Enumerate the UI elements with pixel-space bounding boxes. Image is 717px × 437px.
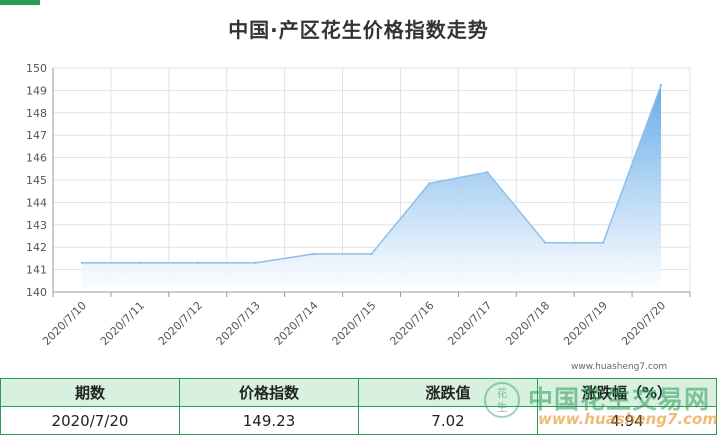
y-tick-label: 148: [26, 107, 47, 120]
data-point: [601, 241, 605, 244]
x-tick-label: 2020/7/18: [503, 299, 552, 348]
x-tick-label: 2020/7/13: [214, 299, 263, 348]
x-tick-label: 2020/7/11: [98, 299, 147, 348]
x-tick-label: 2020/7/20: [619, 299, 668, 348]
y-tick-label: 150: [26, 62, 47, 75]
y-tick-label: 144: [26, 196, 47, 209]
y-tick-label: 147: [26, 129, 47, 142]
data-point: [196, 261, 199, 265]
x-tick-label: 2020/7/15: [330, 299, 379, 348]
y-tick-label: 146: [26, 152, 47, 165]
header-price-index: 价格指数: [179, 378, 359, 407]
watermark-url: www.huasheng7.com: [571, 362, 668, 372]
data-point: [138, 261, 142, 265]
brand-url-en: www.huasheng7.com: [538, 410, 717, 428]
y-tick-label: 145: [26, 174, 47, 187]
y-tick-label: 141: [26, 264, 47, 277]
data-point: [254, 261, 257, 265]
y-tick-label: 142: [26, 241, 47, 254]
seal-text-bottom: 生: [497, 400, 508, 414]
x-tick-label: 2020/7/16: [387, 299, 436, 348]
brand-seal-icon: 花 生: [484, 382, 520, 418]
price-index-chart: 140 141 142 143 144 145 146 147 148 149 150 2020/7/…: [26, 62, 691, 348]
seal-text-top: 花: [497, 387, 508, 400]
y-tick-label: 143: [26, 219, 47, 232]
x-tick-label: 2020/7/14: [272, 299, 321, 348]
brand-watermark: 花 生 中国花生交易网 www.huasheng7.com: [482, 380, 717, 430]
data-point: [80, 261, 84, 265]
cell-period: 2020/7/20: [0, 406, 180, 435]
data-point: [370, 252, 373, 256]
x-tick-label: 2020/7/17: [445, 299, 494, 348]
y-tick-label: 140: [26, 286, 47, 299]
x-tick-label: 2020/7/10: [40, 299, 89, 348]
x-tick-label: 2020/7/12: [156, 299, 205, 348]
data-point: [428, 182, 431, 185]
data-point: [486, 170, 489, 174]
data-point: [544, 241, 547, 244]
y-tick-label: 149: [26, 84, 47, 97]
header-period: 期数: [0, 378, 180, 407]
x-tick-label: 2020/7/19: [561, 299, 610, 348]
cell-price-index: 149.23: [179, 406, 359, 435]
data-point: [312, 252, 315, 256]
data-point: [659, 84, 663, 87]
